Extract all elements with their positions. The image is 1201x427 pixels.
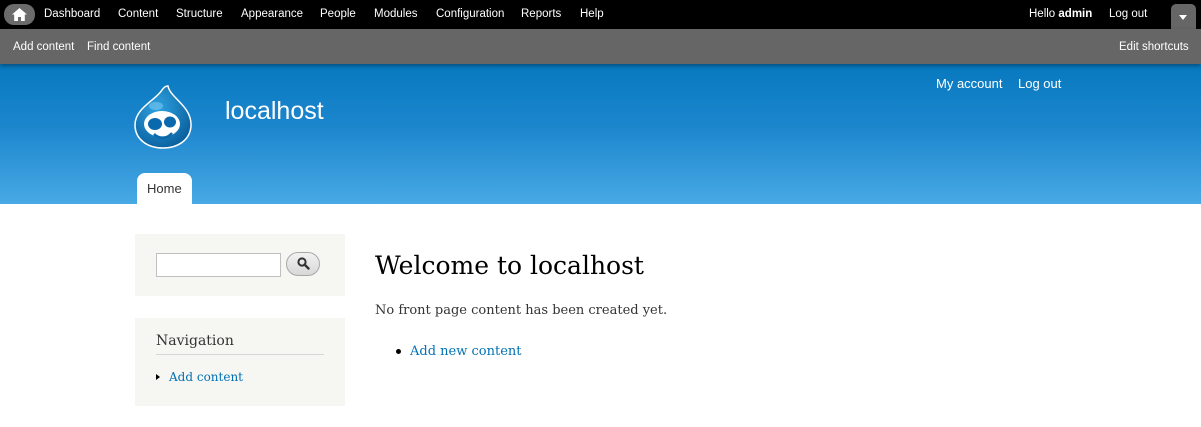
hello-user: Hello admin (1029, 7, 1092, 21)
toolbar-item-reports[interactable]: Reports (521, 7, 561, 21)
shortcut-find-content[interactable]: Find content (87, 40, 150, 54)
chevron-down-icon (1179, 15, 1187, 20)
toolbar-item-content[interactable]: Content (118, 7, 158, 21)
shortcut-add-content[interactable]: Add content (13, 40, 74, 54)
admin-toolbar: Dashboard Content Structure Appearance P… (0, 0, 1201, 29)
nav-item-add-content[interactable]: Add content (169, 370, 243, 385)
drupal-drop-logo[interactable] (132, 84, 194, 150)
hello-prefix: Hello (1029, 8, 1059, 20)
toolbar-item-appearance[interactable]: Appearance (241, 7, 303, 21)
site-name[interactable]: localhost (225, 96, 324, 126)
tab-home-label: Home (147, 181, 182, 196)
navigation-title: Navigation (156, 333, 324, 355)
toolbar-logout-link[interactable]: Log out (1109, 7, 1147, 21)
add-new-content-link[interactable]: Add new content (410, 343, 521, 360)
search-input[interactable] (156, 253, 281, 277)
home-button[interactable] (4, 4, 35, 25)
site-header: localhost My account Log out Home (0, 64, 1201, 204)
search-button[interactable] (286, 252, 320, 276)
collapsed-arrow-icon (156, 374, 160, 380)
toolbar-item-dashboard[interactable]: Dashboard (44, 7, 100, 21)
shortcuts-drawer-toggle[interactable] (1171, 4, 1196, 29)
toolbar-item-people[interactable]: People (320, 7, 356, 21)
list-bullet (396, 349, 401, 354)
toolbar-item-modules[interactable]: Modules (374, 7, 417, 21)
navigation-block: Navigation Add content (135, 318, 345, 406)
header-logout-link[interactable]: Log out (1018, 76, 1061, 92)
page-title: Welcome to localhost (375, 251, 644, 280)
search-icon (297, 257, 310, 270)
toolbar-item-structure[interactable]: Structure (176, 7, 223, 21)
search-block (135, 234, 345, 296)
no-content-message: No front page content has been created y… (375, 303, 668, 318)
username[interactable]: admin (1058, 8, 1092, 20)
toolbar-item-help[interactable]: Help (580, 7, 604, 21)
my-account-link[interactable]: My account (936, 76, 1002, 92)
shortcuts-bar: Add content Find content Edit shortcuts (0, 29, 1201, 64)
toolbar-item-configuration[interactable]: Configuration (436, 7, 504, 21)
tab-home[interactable]: Home (137, 173, 192, 204)
edit-shortcuts-link[interactable]: Edit shortcuts (1119, 40, 1189, 54)
home-icon (12, 8, 27, 21)
